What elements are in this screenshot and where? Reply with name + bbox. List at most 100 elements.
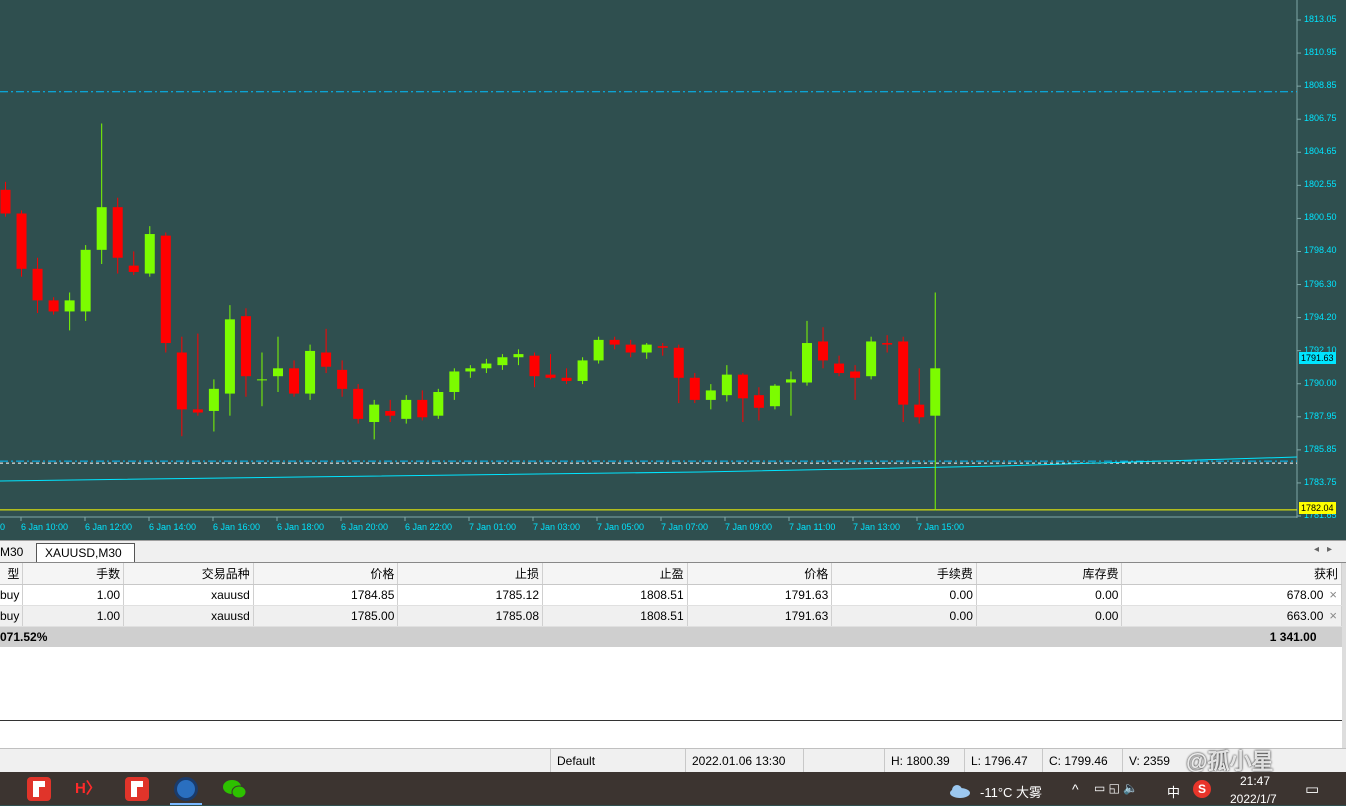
trade-row[interactable]: buy 1.00 xauusd 1784.85 1785.12 1808.51 1791.6…: [0, 584, 1342, 606]
candle-body: [385, 410, 396, 416]
weather-icon: [949, 784, 971, 798]
app-icon-red-1[interactable]: [27, 777, 51, 801]
status-bar: Default 2022.01.06 13:30 H: 1800.39 L: 1…: [0, 748, 1346, 773]
price-axis-label: 1802.55: [1304, 179, 1337, 190]
time-axis-label: 6 Jan 18:00: [277, 522, 325, 532]
candle-body: [449, 371, 460, 392]
candle-body: [64, 300, 75, 312]
time-axis-label: 6 Jan 14:00: [149, 522, 197, 532]
column-header[interactable]: 价格: [253, 563, 399, 585]
tab-scroll-arrows[interactable]: ◂▸: [1314, 544, 1340, 555]
sogou-icon[interactable]: S: [1193, 780, 1211, 798]
price-axis-label: 1808.85: [1304, 80, 1337, 91]
candle-body: [256, 379, 267, 381]
table-header-row: 型手数 交易品种 价格 止损 止盈 价格 手续费 库存费 获利: [0, 563, 1342, 585]
candle-body: [561, 377, 572, 381]
column-header[interactable]: 交易品种: [123, 563, 254, 585]
status-datetime: 2022.01.06 13:30: [685, 749, 803, 773]
weather-text[interactable]: -11°C 大雾: [980, 782, 1042, 801]
candle-body: [497, 357, 508, 366]
notification-icon[interactable]: ▭: [1305, 780, 1319, 798]
time-axis-label: 6 Jan 10:00: [21, 522, 69, 532]
app-icon-hy[interactable]: H〉: [75, 777, 101, 801]
candle-body: [705, 390, 716, 400]
tray-icons[interactable]: ▭ ◱ 🔈: [1094, 781, 1138, 795]
candle-body: [321, 352, 332, 367]
close-order-icon[interactable]: ×: [1323, 587, 1337, 602]
trade-cell-commission: 0.00: [831, 605, 977, 627]
time-axis-label: 6 Jan 20:00: [341, 522, 389, 532]
candle-body: [224, 319, 235, 394]
candle-body: [401, 399, 412, 419]
taskbar-date[interactable]: 2022/1/7: [1230, 792, 1277, 806]
tab-xauusd-m30[interactable]: XAUUSD,M30: [36, 543, 135, 563]
price-axis-label: 1806.75: [1304, 113, 1337, 124]
price-axis-label: 1787.95: [1304, 410, 1337, 421]
wechat-icon[interactable]: [222, 777, 247, 801]
column-header[interactable]: 手续费: [831, 563, 977, 585]
candle-body: [609, 339, 620, 345]
tab-m30-partial[interactable]: M30: [0, 543, 31, 563]
candle-body: [529, 355, 540, 377]
time-axis-label: 7 Jan 09:00: [725, 522, 773, 532]
candlestick-chart[interactable]: [0, 0, 1346, 540]
time-axis-label: 6 Jan 16:00: [213, 522, 261, 532]
candle-body: [433, 392, 444, 416]
price-axis-label: 1813.05: [1304, 14, 1337, 24]
candle-body: [369, 404, 380, 423]
column-header[interactable]: 手数: [22, 563, 125, 585]
trade-panel-scrollbar[interactable]: [1342, 563, 1346, 753]
candle-body: [32, 268, 43, 301]
column-header[interactable]: 止损: [397, 563, 544, 585]
candle-body: [769, 385, 780, 407]
time-axis-label: 7 Jan 03:00: [533, 522, 581, 532]
panel-divider: [0, 720, 1342, 721]
status-high: H: 1800.39: [884, 749, 964, 773]
candle-body: [417, 399, 428, 418]
candle-body: [673, 347, 684, 378]
status-profile: Default: [550, 749, 685, 773]
chevron-up-icon[interactable]: ^: [1072, 781, 1079, 797]
bid-price-tag: 1791.63: [1299, 352, 1336, 364]
candle-body: [882, 343, 893, 345]
trade-cell-lots: 1.00: [22, 605, 125, 627]
column-header[interactable]: 型: [0, 563, 24, 585]
trade-cell-open-price: 1785.00: [253, 605, 399, 627]
candle-body: [545, 374, 556, 378]
status-close: C: 1799.46: [1042, 749, 1122, 773]
trade-panel: 型手数 交易品种 价格 止损 止盈 价格 手续费 库存费 获利 buy 1.00 xauusd 178…: [0, 562, 1346, 753]
price-axis-label: 1794.20: [1304, 311, 1337, 322]
candle-body: [240, 316, 251, 377]
candle-body: [465, 368, 476, 372]
time-label-fragment: 0: [0, 522, 6, 532]
trade-cell-profit: 678.00 ×: [1121, 584, 1342, 606]
margin-level: 071.52%: [0, 626, 124, 647]
candle-body: [898, 341, 909, 405]
trade-cell-price: 1791.63: [687, 605, 833, 627]
candle-body: [850, 371, 861, 378]
time-axis-label: 7 Jan 01:00: [469, 522, 517, 532]
app-icon-red-2[interactable]: [125, 777, 149, 801]
price-axis-label: 1810.95: [1304, 47, 1337, 58]
column-header[interactable]: 止盈: [542, 563, 688, 585]
candle-body: [0, 189, 11, 214]
trade-cell-commission: 0.00: [831, 584, 977, 606]
trade-cell-symbol: xauusd: [123, 605, 254, 627]
taskbar-time[interactable]: 21:47: [1240, 774, 1270, 788]
candle-body: [834, 363, 845, 374]
column-header[interactable]: 库存费: [976, 563, 1123, 585]
column-header[interactable]: 价格: [687, 563, 833, 585]
low-price-tag: 1782.04: [1299, 502, 1336, 514]
candle-body: [930, 368, 941, 416]
trade-cell-swap: 0.00: [976, 605, 1123, 627]
chart-tab-bar: M30 XAUUSD,M30 ◂▸: [0, 540, 1346, 563]
close-order-icon[interactable]: ×: [1323, 608, 1337, 623]
app-icon-mt-active[interactable]: [174, 777, 198, 801]
candle-body: [513, 354, 524, 358]
trade-cell-price: 1791.63: [687, 584, 833, 606]
ime-indicator[interactable]: 中: [1167, 782, 1180, 801]
chart-area[interactable]: 1813.05 1810.95 1808.85 1806.75 1804.65 1802.…: [0, 0, 1346, 540]
trade-row[interactable]: buy 1.00 xauusd 1785.00 1785.08 1808.51 1791.6…: [0, 605, 1342, 627]
column-header[interactable]: 获利: [1121, 563, 1342, 585]
price-axis-label: 1804.65: [1304, 146, 1337, 157]
